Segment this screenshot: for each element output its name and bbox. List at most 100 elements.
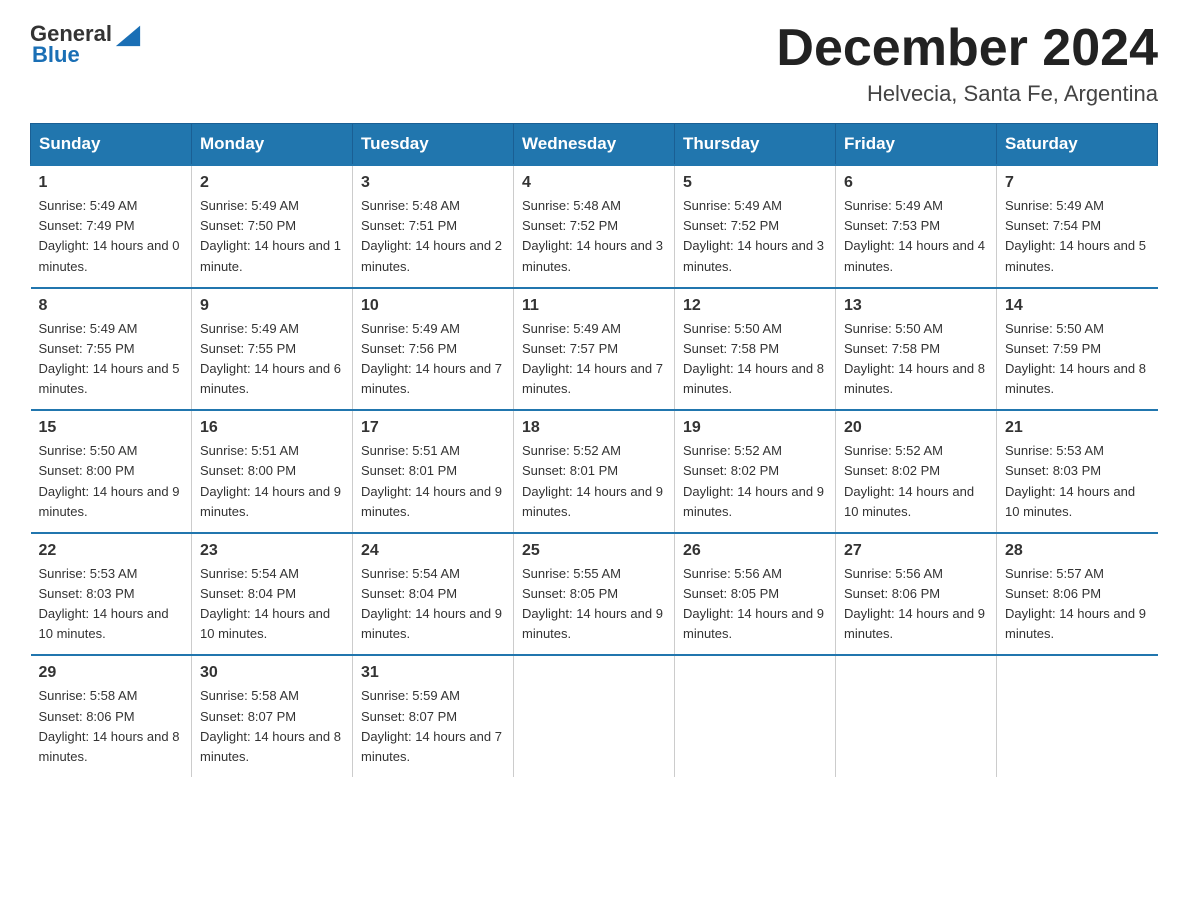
day-number: 10 <box>361 297 505 315</box>
day-number: 24 <box>361 542 505 560</box>
day-info: Sunrise: 5:49 AMSunset: 7:53 PMDaylight:… <box>844 198 985 273</box>
calendar-cell: 16 Sunrise: 5:51 AMSunset: 8:00 PMDaylig… <box>192 410 353 533</box>
day-number: 2 <box>200 174 344 192</box>
day-info: Sunrise: 5:49 AMSunset: 7:57 PMDaylight:… <box>522 321 663 396</box>
day-info: Sunrise: 5:52 AMSunset: 8:02 PMDaylight:… <box>844 443 974 518</box>
logo-text-blue: Blue <box>32 42 80 67</box>
col-saturday: Saturday <box>997 124 1158 166</box>
day-info: Sunrise: 5:56 AMSunset: 8:05 PMDaylight:… <box>683 566 824 641</box>
col-monday: Monday <box>192 124 353 166</box>
day-number: 27 <box>844 542 988 560</box>
calendar-cell: 5 Sunrise: 5:49 AMSunset: 7:52 PMDayligh… <box>675 165 836 288</box>
day-info: Sunrise: 5:58 AMSunset: 8:07 PMDaylight:… <box>200 688 341 763</box>
calendar-cell: 9 Sunrise: 5:49 AMSunset: 7:55 PMDayligh… <box>192 288 353 411</box>
day-info: Sunrise: 5:56 AMSunset: 8:06 PMDaylight:… <box>844 566 985 641</box>
calendar-week-row: 15 Sunrise: 5:50 AMSunset: 8:00 PMDaylig… <box>31 410 1158 533</box>
calendar-cell: 7 Sunrise: 5:49 AMSunset: 7:54 PMDayligh… <box>997 165 1158 288</box>
calendar-cell <box>514 655 675 777</box>
day-info: Sunrise: 5:50 AMSunset: 7:58 PMDaylight:… <box>683 321 824 396</box>
day-info: Sunrise: 5:55 AMSunset: 8:05 PMDaylight:… <box>522 566 663 641</box>
day-info: Sunrise: 5:57 AMSunset: 8:06 PMDaylight:… <box>1005 566 1146 641</box>
col-tuesday: Tuesday <box>353 124 514 166</box>
day-number: 13 <box>844 297 988 315</box>
calendar-cell: 8 Sunrise: 5:49 AMSunset: 7:55 PMDayligh… <box>31 288 192 411</box>
header-row: Sunday Monday Tuesday Wednesday Thursday… <box>31 124 1158 166</box>
day-number: 16 <box>200 419 344 437</box>
day-info: Sunrise: 5:48 AMSunset: 7:51 PMDaylight:… <box>361 198 502 273</box>
calendar-cell: 4 Sunrise: 5:48 AMSunset: 7:52 PMDayligh… <box>514 165 675 288</box>
day-info: Sunrise: 5:58 AMSunset: 8:06 PMDaylight:… <box>39 688 180 763</box>
col-wednesday: Wednesday <box>514 124 675 166</box>
col-thursday: Thursday <box>675 124 836 166</box>
calendar-header: Sunday Monday Tuesday Wednesday Thursday… <box>31 124 1158 166</box>
day-number: 30 <box>200 664 344 682</box>
day-number: 1 <box>39 174 184 192</box>
day-info: Sunrise: 5:52 AMSunset: 8:02 PMDaylight:… <box>683 443 824 518</box>
day-number: 9 <box>200 297 344 315</box>
calendar-cell <box>997 655 1158 777</box>
calendar-cell: 31 Sunrise: 5:59 AMSunset: 8:07 PMDaylig… <box>353 655 514 777</box>
day-number: 8 <box>39 297 184 315</box>
calendar-cell: 25 Sunrise: 5:55 AMSunset: 8:05 PMDaylig… <box>514 533 675 656</box>
day-number: 19 <box>683 419 827 437</box>
day-number: 14 <box>1005 297 1150 315</box>
title-block: December 2024 Helvecia, Santa Fe, Argent… <box>776 20 1158 107</box>
calendar-cell: 2 Sunrise: 5:49 AMSunset: 7:50 PMDayligh… <box>192 165 353 288</box>
day-info: Sunrise: 5:50 AMSunset: 8:00 PMDaylight:… <box>39 443 180 518</box>
day-number: 26 <box>683 542 827 560</box>
calendar-cell <box>836 655 997 777</box>
calendar-cell: 3 Sunrise: 5:48 AMSunset: 7:51 PMDayligh… <box>353 165 514 288</box>
calendar-cell: 28 Sunrise: 5:57 AMSunset: 8:06 PMDaylig… <box>997 533 1158 656</box>
day-number: 7 <box>1005 174 1150 192</box>
day-number: 23 <box>200 542 344 560</box>
day-info: Sunrise: 5:48 AMSunset: 7:52 PMDaylight:… <box>522 198 663 273</box>
calendar-cell: 11 Sunrise: 5:49 AMSunset: 7:57 PMDaylig… <box>514 288 675 411</box>
calendar-cell: 24 Sunrise: 5:54 AMSunset: 8:04 PMDaylig… <box>353 533 514 656</box>
calendar-cell: 18 Sunrise: 5:52 AMSunset: 8:01 PMDaylig… <box>514 410 675 533</box>
col-friday: Friday <box>836 124 997 166</box>
calendar-cell: 19 Sunrise: 5:52 AMSunset: 8:02 PMDaylig… <box>675 410 836 533</box>
calendar-cell <box>675 655 836 777</box>
day-info: Sunrise: 5:53 AMSunset: 8:03 PMDaylight:… <box>39 566 169 641</box>
calendar-cell: 27 Sunrise: 5:56 AMSunset: 8:06 PMDaylig… <box>836 533 997 656</box>
calendar-cell: 1 Sunrise: 5:49 AMSunset: 7:49 PMDayligh… <box>31 165 192 288</box>
day-info: Sunrise: 5:54 AMSunset: 8:04 PMDaylight:… <box>361 566 502 641</box>
day-info: Sunrise: 5:54 AMSunset: 8:04 PMDaylight:… <box>200 566 330 641</box>
day-number: 21 <box>1005 419 1150 437</box>
calendar-cell: 20 Sunrise: 5:52 AMSunset: 8:02 PMDaylig… <box>836 410 997 533</box>
day-number: 5 <box>683 174 827 192</box>
calendar-week-row: 29 Sunrise: 5:58 AMSunset: 8:06 PMDaylig… <box>31 655 1158 777</box>
day-info: Sunrise: 5:49 AMSunset: 7:54 PMDaylight:… <box>1005 198 1146 273</box>
calendar-cell: 26 Sunrise: 5:56 AMSunset: 8:05 PMDaylig… <box>675 533 836 656</box>
day-number: 20 <box>844 419 988 437</box>
calendar-body: 1 Sunrise: 5:49 AMSunset: 7:49 PMDayligh… <box>31 165 1158 777</box>
logo-triangle-icon <box>114 20 142 48</box>
calendar-cell: 10 Sunrise: 5:49 AMSunset: 7:56 PMDaylig… <box>353 288 514 411</box>
day-number: 12 <box>683 297 827 315</box>
day-info: Sunrise: 5:50 AMSunset: 7:58 PMDaylight:… <box>844 321 985 396</box>
day-number: 6 <box>844 174 988 192</box>
logo: General Blue <box>30 20 142 67</box>
calendar-cell: 6 Sunrise: 5:49 AMSunset: 7:53 PMDayligh… <box>836 165 997 288</box>
day-info: Sunrise: 5:51 AMSunset: 8:00 PMDaylight:… <box>200 443 341 518</box>
calendar-cell: 17 Sunrise: 5:51 AMSunset: 8:01 PMDaylig… <box>353 410 514 533</box>
day-number: 18 <box>522 419 666 437</box>
page-header: General Blue December 2024 Helvecia, San… <box>30 20 1158 107</box>
day-number: 25 <box>522 542 666 560</box>
location-subtitle: Helvecia, Santa Fe, Argentina <box>776 81 1158 107</box>
calendar-cell: 22 Sunrise: 5:53 AMSunset: 8:03 PMDaylig… <box>31 533 192 656</box>
calendar-cell: 29 Sunrise: 5:58 AMSunset: 8:06 PMDaylig… <box>31 655 192 777</box>
day-number: 31 <box>361 664 505 682</box>
day-number: 4 <box>522 174 666 192</box>
day-info: Sunrise: 5:49 AMSunset: 7:50 PMDaylight:… <box>200 198 341 273</box>
calendar-cell: 13 Sunrise: 5:50 AMSunset: 7:58 PMDaylig… <box>836 288 997 411</box>
day-info: Sunrise: 5:59 AMSunset: 8:07 PMDaylight:… <box>361 688 502 763</box>
calendar-cell: 30 Sunrise: 5:58 AMSunset: 8:07 PMDaylig… <box>192 655 353 777</box>
day-info: Sunrise: 5:49 AMSunset: 7:55 PMDaylight:… <box>39 321 180 396</box>
day-info: Sunrise: 5:49 AMSunset: 7:52 PMDaylight:… <box>683 198 824 273</box>
day-number: 29 <box>39 664 184 682</box>
calendar-cell: 23 Sunrise: 5:54 AMSunset: 8:04 PMDaylig… <box>192 533 353 656</box>
day-number: 28 <box>1005 542 1150 560</box>
calendar-cell: 15 Sunrise: 5:50 AMSunset: 8:00 PMDaylig… <box>31 410 192 533</box>
day-info: Sunrise: 5:50 AMSunset: 7:59 PMDaylight:… <box>1005 321 1146 396</box>
